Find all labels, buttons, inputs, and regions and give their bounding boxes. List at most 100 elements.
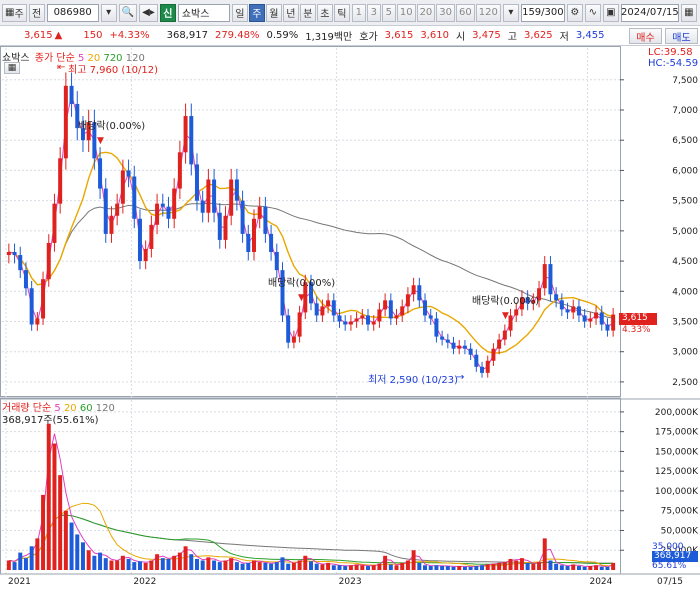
interval-button-120[interactable]: 120 bbox=[475, 3, 501, 22]
ask-label: 호가 bbox=[359, 32, 378, 43]
volume-bar bbox=[337, 565, 342, 570]
candle-body bbox=[103, 188, 108, 234]
volume-bar bbox=[69, 522, 74, 570]
volume-bar bbox=[343, 566, 348, 570]
volume-bar bbox=[35, 538, 40, 570]
interval-button-1[interactable]: 1 bbox=[351, 3, 366, 22]
menu-icon: ▦ bbox=[5, 7, 15, 18]
sell-button[interactable]: 매도 bbox=[665, 28, 698, 44]
candle-body bbox=[331, 300, 336, 316]
volume-bar bbox=[428, 566, 433, 570]
interval-button-3[interactable]: 3 bbox=[366, 3, 381, 22]
volume-bar bbox=[126, 558, 131, 570]
market-selector[interactable]: 전 bbox=[28, 3, 45, 22]
high-label: 고 bbox=[507, 32, 517, 43]
candle-body bbox=[29, 288, 34, 325]
candle-body bbox=[6, 252, 11, 256]
open-label: 시 bbox=[455, 32, 466, 43]
volume-bar bbox=[480, 565, 485, 570]
volume-bar bbox=[12, 562, 17, 570]
interval-button-20[interactable]: 20 bbox=[416, 3, 436, 22]
candle-body bbox=[440, 336, 445, 340]
interval-button-10[interactable]: 10 bbox=[396, 3, 416, 22]
volume-bar bbox=[383, 555, 388, 570]
x-tick-label: 2021 bbox=[8, 577, 31, 587]
save-icon[interactable]: ▣ bbox=[602, 3, 619, 22]
volume-bar bbox=[514, 560, 519, 570]
price-tick-label: 7,000 bbox=[672, 106, 698, 116]
volume-bar bbox=[291, 562, 296, 570]
candle-body bbox=[377, 309, 382, 322]
candle-body bbox=[155, 203, 160, 225]
period-button-4[interactable]: 분 bbox=[299, 3, 316, 22]
volume-bar bbox=[468, 566, 473, 570]
period-button-1[interactable]: 주 bbox=[248, 3, 265, 22]
candle-body bbox=[468, 348, 473, 355]
volume-bar bbox=[508, 558, 513, 570]
candle-body bbox=[183, 116, 188, 153]
volume-bar bbox=[491, 563, 496, 570]
ask-price-2: 3,610 bbox=[420, 30, 449, 41]
menu-button[interactable]: ▦ 주 bbox=[2, 3, 27, 22]
volume-value-label: 368,917주(55.61%) bbox=[2, 415, 99, 426]
volume-bar bbox=[320, 564, 325, 570]
volume-bar bbox=[519, 558, 524, 570]
volume-bar bbox=[303, 555, 308, 570]
price-tick-label: 7,500 bbox=[672, 76, 698, 86]
candle-body bbox=[491, 348, 496, 361]
candle-body bbox=[571, 306, 576, 313]
period-button-0[interactable]: 일 bbox=[231, 3, 248, 22]
volume-bar bbox=[23, 558, 28, 570]
candle-body bbox=[554, 294, 559, 301]
candle-body bbox=[542, 264, 547, 289]
date-field[interactable]: 2024/07/15 bbox=[620, 3, 679, 22]
candle-body bbox=[115, 203, 120, 216]
volume-bar bbox=[611, 562, 616, 570]
candle-body bbox=[605, 324, 610, 331]
volume-bar bbox=[223, 560, 228, 570]
candle-body bbox=[223, 215, 228, 240]
candle-body bbox=[200, 200, 205, 213]
buy-button[interactable]: 매수 bbox=[629, 28, 662, 44]
stock-code-input[interactable]: 086980 bbox=[46, 3, 99, 22]
candle-body bbox=[428, 315, 433, 319]
period-button-3[interactable]: 년 bbox=[282, 3, 299, 22]
settings-icon[interactable]: ⚙ bbox=[566, 3, 583, 22]
volume-bar bbox=[149, 560, 154, 570]
interval-dropdown-icon[interactable]: ▾ bbox=[502, 3, 519, 22]
trade-amount: 1,319백만 bbox=[305, 32, 353, 43]
volume-bar bbox=[46, 423, 51, 570]
volume-bar bbox=[542, 538, 547, 570]
sound-icon[interactable]: ◀▸ bbox=[139, 3, 158, 22]
interval-button-5[interactable]: 5 bbox=[381, 3, 396, 22]
search-icon[interactable]: 🔍 bbox=[118, 3, 138, 22]
volume-bar bbox=[314, 563, 319, 570]
min-arrow-icon: → bbox=[456, 372, 465, 383]
stock-name-field[interactable]: 쇼박스 bbox=[177, 3, 230, 22]
code-dropdown-icon[interactable]: ▾ bbox=[100, 3, 117, 22]
link-icon[interactable]: ∿ bbox=[584, 3, 601, 22]
volume-bar bbox=[451, 566, 456, 570]
volume-bar bbox=[251, 560, 256, 570]
candle-body bbox=[514, 309, 519, 316]
panel-settings-icon[interactable]: ▦ bbox=[4, 62, 20, 74]
bar-count-field[interactable]: 159/300 bbox=[520, 3, 565, 22]
volume-bar bbox=[269, 563, 274, 570]
price-tick-label: 4,500 bbox=[672, 257, 698, 267]
period-button-6[interactable]: 틱 bbox=[333, 3, 350, 22]
candle-body bbox=[423, 300, 428, 316]
volume-bar bbox=[497, 562, 502, 570]
volume-bar bbox=[371, 565, 376, 570]
low-price: 3,455 bbox=[575, 30, 605, 41]
x-tick-label: 2024 bbox=[589, 577, 612, 587]
hc-label: HC:-54.59 bbox=[648, 58, 699, 69]
candle-body bbox=[343, 321, 348, 325]
interval-button-30[interactable]: 30 bbox=[436, 3, 456, 22]
volume-bar bbox=[348, 565, 353, 570]
interval-button-60[interactable]: 60 bbox=[456, 3, 475, 22]
price-tick-label: 5,500 bbox=[672, 197, 698, 207]
period-button-5[interactable]: 초 bbox=[316, 3, 333, 22]
period-button-2[interactable]: 월 bbox=[265, 3, 282, 22]
calendar-icon[interactable]: ▦ bbox=[680, 3, 697, 22]
volume-bar bbox=[565, 566, 570, 570]
